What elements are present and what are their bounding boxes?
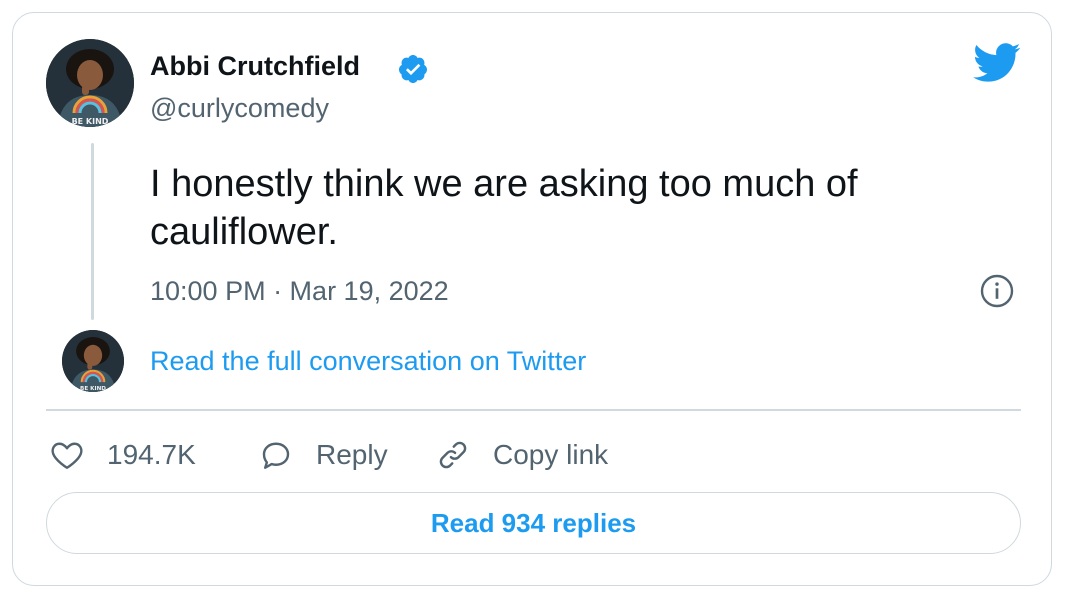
twitter-bird-icon[interactable] — [973, 43, 1021, 83]
author-display-name[interactable]: Abbi Crutchfield — [150, 51, 360, 82]
svg-text:BE KIND: BE KIND — [72, 117, 109, 126]
author-avatar[interactable]: BE KIND — [46, 39, 134, 127]
read-full-conversation-link[interactable]: Read the full conversation on Twitter — [150, 346, 586, 377]
reply-button[interactable]: Reply — [258, 433, 388, 477]
avatar-portrait-icon: BE KIND — [46, 39, 134, 127]
tweet-text: I honestly think we are asking too much … — [150, 163, 858, 253]
tweet-timestamp[interactable]: 10:00 PM · Mar 19, 2022 — [150, 276, 449, 307]
divider — [46, 409, 1021, 411]
speech-bubble-icon — [262, 442, 290, 469]
read-replies-button[interactable]: Read 934 replies — [46, 492, 1021, 554]
avatar-portrait-icon: BE KIND — [62, 330, 124, 392]
link-icon — [439, 441, 467, 469]
reply-label: Reply — [316, 439, 388, 470]
verified-badge-icon — [398, 55, 427, 83]
author-handle[interactable]: @curlycomedy — [150, 93, 329, 124]
like-count: 194.7K — [107, 439, 196, 470]
thread-connector-line — [91, 143, 94, 320]
copy-link-label: Copy link — [493, 439, 609, 470]
embedded-tweet-card: BE KIND Abbi Crutchfield @curlycomedy I … — [12, 12, 1052, 586]
conversation-avatar: BE KIND — [62, 330, 124, 392]
info-icon[interactable] — [979, 273, 1015, 309]
heart-icon — [51, 442, 83, 469]
like-button[interactable]: 194.7K — [49, 433, 196, 477]
copy-link-button[interactable]: Copy link — [435, 433, 608, 477]
svg-text:BE KIND: BE KIND — [80, 386, 106, 392]
